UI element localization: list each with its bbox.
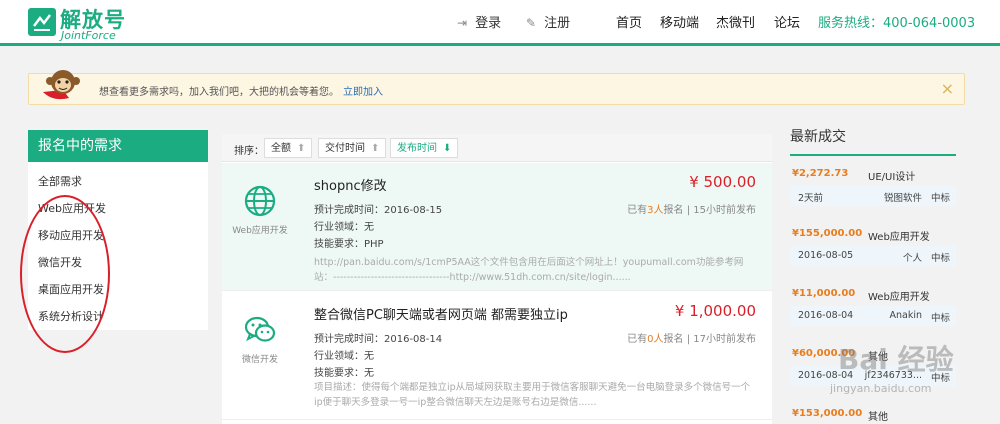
deal-item[interactable]: ¥2,272.73 UE/UI设计 2天前 锐图软件 中标 — [790, 160, 956, 220]
signup-count: 0人 — [647, 334, 664, 345]
demand-item[interactable]: 微信开发 整合微信PC聊天端或者网页端 都需要独立ip ¥ 1,000.00 预… — [222, 292, 772, 420]
notice-message: 想查看更多需求吗，加入我们吧，大把的机会等着您。 — [99, 87, 339, 98]
category-label: Web应用开发 — [232, 226, 288, 236]
sort-bar: 排序： 全额 ⬆ 交付时间 ⬆ 发布时间 ⬇ — [222, 134, 772, 162]
deal-status: 中标 — [930, 313, 950, 324]
deal-type: 其他 — [868, 412, 888, 423]
deal-amount: ¥2,272.73 — [792, 168, 849, 179]
register-label: 注册 — [544, 16, 571, 31]
industry-text: 行业领域：无 — [314, 222, 374, 233]
deal-status: 中标 — [930, 193, 950, 204]
deal-detail-row: 2016-08-05 个人 中标 — [790, 246, 956, 266]
deal-item[interactable]: ¥155,000.00 Web应用开发 2016-08-05 个人 中标 — [790, 220, 956, 280]
deal-amount: ¥11,000.00 — [792, 288, 856, 299]
deals-title: 最新成交 — [790, 126, 956, 156]
site-header: 解放号 JointForce ⇥ 登录 ✎ 注册 首页 移动端 杰微刊 论坛 服… — [0, 0, 1000, 46]
signup-prefix: 已有 — [627, 205, 648, 216]
deal-item[interactable]: ¥11,000.00 Web应用开发 2016-08-04 Anakin 中标 — [790, 280, 956, 340]
pencil-icon: ✎ — [526, 16, 537, 30]
sidebar-item-all[interactable]: 全部需求 — [28, 168, 208, 195]
login-label: 登录 — [475, 16, 502, 31]
demand-item[interactable]: Web应用开发 shopnc修改 ¥ 500.00 预计完成时间：2016-08… — [222, 163, 772, 291]
demand-title-link[interactable]: shopnc修改 — [314, 175, 387, 194]
sort-amount-button[interactable]: 全额 ⬆ — [264, 138, 313, 158]
globe-icon — [244, 185, 276, 217]
signup-status: 已有0人报名 | 17小时前发布 — [627, 330, 756, 345]
signup-status: 已有3人报名 | 15小时前发布 — [627, 201, 756, 216]
skill-text: 技能要求：PHP — [314, 239, 384, 250]
login-link[interactable]: ⇥ 登录 — [457, 12, 501, 31]
nav-journal[interactable]: 杰微刊 — [716, 12, 755, 31]
red-annotation-circle — [20, 195, 110, 353]
demand-price: ¥ 500.00 — [689, 173, 756, 191]
sort-delivery-label: 交付时间 — [325, 143, 365, 154]
sidebar-title: 报名中的需求 — [28, 130, 208, 162]
baidu-jingyan-watermark: Bai 经验 jingyan.baidu.com — [768, 338, 968, 408]
demand-list: 排序： 全额 ⬆ 交付时间 ⬆ 发布时间 ⬇ Web应用开发 shopnc修改 ¥ 5… — [222, 134, 772, 424]
skill-text: 技能要求：无 — [314, 368, 374, 379]
nav-home[interactable]: 首页 — [616, 12, 642, 31]
industry-text: 行业领域：无 — [314, 351, 374, 362]
deal-user: Anakin — [889, 310, 922, 321]
deadline-text: 预计完成时间：2016-08-14 — [314, 334, 443, 345]
nav-mobile[interactable]: 移动端 — [660, 12, 699, 31]
deal-type: Web应用开发 — [868, 292, 930, 303]
watermark-url: jingyan.baidu.com — [830, 382, 932, 395]
sort-publish-button[interactable]: 发布时间 ⬇ — [390, 138, 459, 158]
category-label: 微信开发 — [241, 355, 278, 365]
join-notice-banner: 想查看更多需求吗，加入我们吧，大把的机会等着您。 立即加入 × — [28, 70, 965, 105]
signup-prefix: 已有 — [627, 334, 648, 345]
deal-date: 2天前 — [798, 193, 824, 204]
sort-delivery-button[interactable]: 交付时间 ⬆ — [318, 138, 387, 158]
deal-date: 2016-08-05 — [798, 250, 854, 261]
demand-description: 项目描述：使得每个端都是独立ip从局域网获取主要用于微信客服聊天避免一台电脑登录… — [314, 382, 751, 408]
demand-description: http://pan.baidu.com/s/1cmP5AA这个文件包含用在后面… — [314, 257, 744, 283]
login-icon: ⇥ — [457, 16, 468, 30]
nav-forum[interactable]: 论坛 — [774, 12, 800, 31]
deal-user: 个人 — [902, 253, 922, 264]
watermark-text: Bai 经验 — [838, 343, 954, 376]
signup-suffix: 报名 | 15小时前发布 — [663, 205, 756, 216]
deal-user: 锐图软件 — [883, 193, 922, 204]
signup-suffix: 报名 | 17小时前发布 — [663, 334, 756, 345]
arrow-up-icon: ⬆ — [371, 143, 380, 154]
deal-detail-row: 2天前 锐图软件 中标 — [790, 186, 956, 206]
deal-date: 2016-08-04 — [798, 310, 854, 321]
arrow-down-icon: ⬇ — [443, 143, 452, 154]
join-now-link[interactable]: 立即加入 — [343, 87, 383, 98]
service-hotline: 服务热线：400-064-0003 — [818, 16, 976, 31]
deal-type: UE/UI设计 — [868, 172, 916, 183]
signup-count: 3人 — [647, 205, 664, 216]
arrow-up-icon: ⬆ — [297, 143, 306, 154]
deadline-text: 预计完成时间：2016-08-15 — [314, 205, 443, 216]
wechat-icon — [244, 316, 276, 342]
notice-text: 想查看更多需求吗，加入我们吧，大把的机会等着您。 立即加入 — [99, 83, 383, 98]
deal-type: Web应用开发 — [868, 232, 930, 243]
deal-detail-row: 2016-08-04 Anakin 中标 — [790, 306, 956, 326]
demand-price: ¥ 1,000.00 — [674, 302, 756, 320]
deal-amount: ¥155,000.00 — [792, 228, 863, 239]
close-icon[interactable]: × — [941, 79, 954, 98]
site-logo[interactable]: 解放号 JointForce — [28, 4, 138, 42]
monkey-mascot-icon — [43, 70, 80, 100]
demand-title-link[interactable]: 整合微信PC聊天端或者网页端 都需要独立ip — [314, 304, 568, 323]
logo-mark-icon — [28, 8, 56, 36]
sort-label: 排序： — [234, 146, 264, 157]
logo-text-en: JointForce — [61, 29, 116, 42]
deal-status: 中标 — [930, 253, 950, 264]
sort-publish-label: 发布时间 — [397, 143, 437, 154]
sort-amount-label: 全额 — [271, 143, 291, 154]
register-link[interactable]: ✎ 注册 — [526, 12, 570, 31]
deal-amount: ¥153,000.00 — [792, 408, 863, 419]
